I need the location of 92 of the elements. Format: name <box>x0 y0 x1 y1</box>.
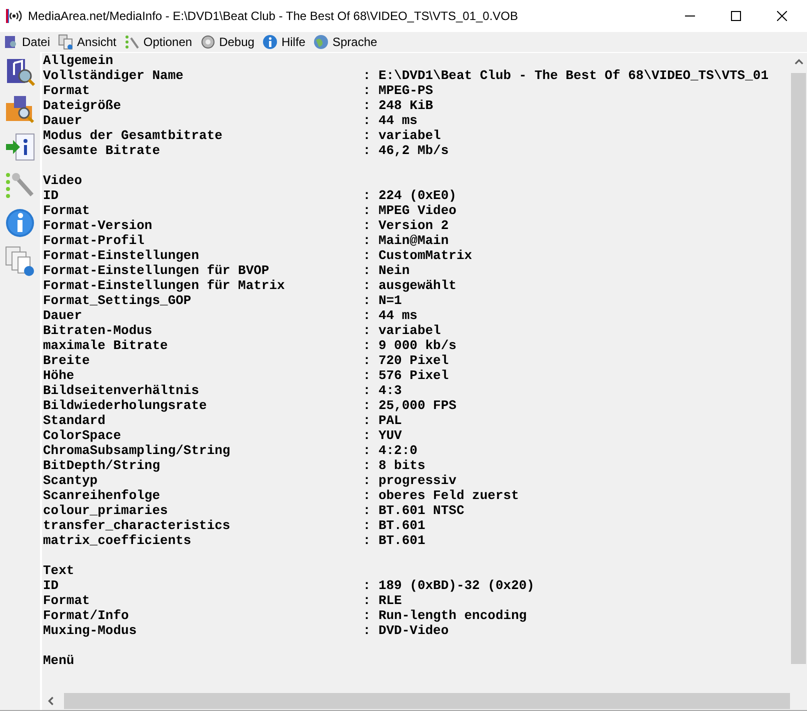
field-value: : CustomMatrix <box>362 248 472 263</box>
field-label: Gesamte Bitrate <box>43 143 162 158</box>
field-value: : 44 ms <box>362 113 418 128</box>
field-label: Format-Einstellungen für Matrix <box>43 278 286 293</box>
menu-item[interactable]: Sprache <box>332 35 378 49</box>
menu-item[interactable]: Debug <box>219 35 254 49</box>
field-label: ID <box>43 188 60 203</box>
field-value: : variabel <box>362 323 441 338</box>
field-value: : 8 bits <box>362 458 426 473</box>
maximize-icon[interactable] <box>731 11 741 21</box>
scrollbar-thumb[interactable] <box>791 73 806 664</box>
field-value: : E:\DVD1\Beat Club - The Best Of 68\VIDEO_TS\VTS_01 <box>362 68 769 83</box>
field-value: : 44 ms <box>362 308 418 323</box>
field-label: Format-Version <box>43 218 154 233</box>
field-value: : Main@Main <box>362 233 449 248</box>
section-heading: Video <box>43 173 82 188</box>
field-label: Breite <box>43 353 91 368</box>
field-value: : RLE <box>362 593 402 608</box>
field-value: : variabel <box>362 128 441 143</box>
section-heading: Text <box>43 563 74 578</box>
field-value: : N=1 <box>362 293 402 308</box>
field-label: ChromaSubsampling/String <box>43 443 232 458</box>
field-label: Format <box>43 203 91 218</box>
field-label: Dauer <box>43 308 84 323</box>
field-label: Format-Einstellungen <box>43 248 200 263</box>
menu-item[interactable]: Hilfe <box>281 35 306 49</box>
field-value: : 25,000 FPS <box>362 398 456 413</box>
field-value: : BT.601 <box>362 533 426 548</box>
field-value: : 189 (0xBD)-32 (0x20) <box>362 578 534 593</box>
field-value: : 248 KiB <box>362 98 434 113</box>
field-label: Dauer <box>43 113 84 128</box>
field-label: Scantyp <box>43 473 99 488</box>
document-icon <box>3 34 19 50</box>
field-label: Bitraten-Modus <box>43 323 154 338</box>
field-label: Modus der Gesamtbitrate <box>43 128 224 143</box>
field-value: : Version 2 <box>362 218 449 233</box>
field-value: : PAL <box>362 413 402 428</box>
field-value: : BT.601 NTSC <box>362 503 464 518</box>
field-label: maximale Bitrate <box>43 338 169 353</box>
field-label: Format <box>43 83 91 98</box>
info-arrow-icon[interactable] <box>4 131 36 163</box>
field-label: Format-Profil <box>43 233 146 248</box>
field-value: : MPEG Video <box>362 203 456 218</box>
field-label: ColorSpace <box>43 428 122 443</box>
field-value: : BT.601 <box>362 518 426 533</box>
field-value: : 576 Pixel <box>362 368 449 383</box>
menu-item[interactable]: Ansicht <box>77 35 116 49</box>
info-icon[interactable] <box>4 207 36 239</box>
field-value: : oberes Feld zuerst <box>362 488 519 503</box>
menu-item[interactable]: Datei <box>22 35 50 49</box>
pages-icon[interactable] <box>4 245 36 277</box>
field-value: : ausgewählt <box>362 278 456 293</box>
app-icon <box>6 8 22 24</box>
field-label: transfer_characteristics <box>43 518 232 533</box>
field-value: : 46,2 Mb/s <box>362 143 449 158</box>
globe-icon <box>313 34 330 50</box>
field-label: Format <box>43 593 91 608</box>
field-label: Bildwiederholungsrate <box>43 398 208 413</box>
scrollbar-thumb[interactable] <box>64 693 790 709</box>
menu-item[interactable]: Optionen <box>143 35 192 49</box>
field-label: Standard <box>43 413 106 428</box>
field-value: : 720 Pixel <box>362 353 449 368</box>
pages-icon <box>58 34 74 50</box>
field-label: ID <box>43 578 60 593</box>
field-label: Bildseitenverhältnis <box>43 383 200 398</box>
field-label: Vollständiger Name <box>43 68 184 83</box>
field-value: : 9 000 kb/s <box>362 338 456 353</box>
field-label: BitDepth/String <box>43 458 162 473</box>
field-label: Format_Settings_GOP <box>43 293 192 308</box>
field-label: Scanreihenfolge <box>43 488 162 503</box>
field-label: Format-Einstellungen für BVOP <box>43 263 270 278</box>
field-value: : MPEG-PS <box>362 83 434 98</box>
field-label: matrix_coefficients <box>43 533 192 548</box>
folder-icon[interactable] <box>4 93 36 125</box>
field-value: : Run-length encoding <box>362 608 527 623</box>
field-value: : Nein <box>362 263 410 278</box>
field-label: Muxing-Modus <box>43 623 138 638</box>
field-label: Format/Info <box>43 608 130 623</box>
info-icon <box>262 34 278 50</box>
field-value: : 4:2:0 <box>362 443 418 458</box>
field-value: : 224 (0xE0) <box>362 188 456 203</box>
field-value: : DVD-Video <box>362 623 449 638</box>
field-label: Höhe <box>43 368 76 383</box>
field-label: Dateigröße <box>43 98 122 113</box>
section-heading: Allgemein <box>43 53 114 68</box>
close-icon[interactable] <box>777 11 787 21</box>
window-title: MediaArea.net/MediaInfo - E:\DVD1\Beat Club - The Best Of 68\VIDEO_TS\VTS_01_0.VOB <box>28 9 518 23</box>
field-value: : YUV <box>362 428 402 443</box>
section-heading: Menü <box>43 653 74 668</box>
field-value: : progressiv <box>362 473 456 488</box>
field-label: colour_primaries <box>43 503 169 518</box>
field-value: : 4:3 <box>362 383 402 398</box>
